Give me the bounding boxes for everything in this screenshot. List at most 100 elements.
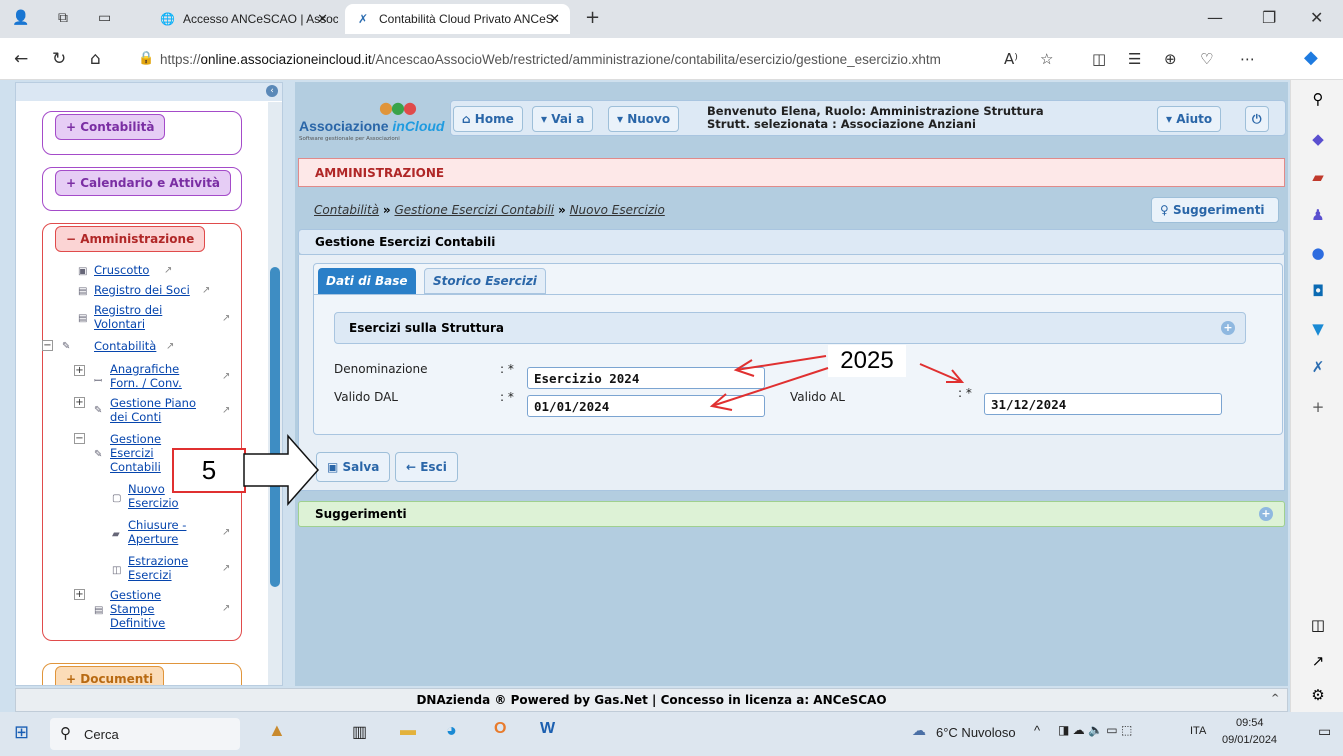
weather-text[interactable]: 6°C Nuvoloso bbox=[936, 725, 1016, 740]
tree-collapse-icon[interactable]: − bbox=[74, 433, 85, 444]
games-icon[interactable]: ♟ bbox=[1309, 206, 1327, 224]
favorites-icon[interactable]: ☰ bbox=[1128, 50, 1141, 68]
salva-button[interactable]: ▣ Salva bbox=[316, 452, 391, 482]
home-icon[interactable]: ⌂ bbox=[90, 49, 101, 69]
taskbar-search[interactable]: ⚲ Cerca bbox=[50, 718, 240, 750]
tree-registro-soci[interactable]: Registro dei Soci bbox=[94, 284, 190, 297]
tree-cruscotto[interactable]: Cruscotto bbox=[94, 264, 149, 277]
group-amministrazione-button[interactable]: − Amministrazione bbox=[55, 226, 206, 252]
tray-chevron-icon[interactable]: ^ bbox=[1034, 723, 1040, 738]
outlook-icon[interactable]: ◘ bbox=[1309, 282, 1327, 300]
external-link-icon[interactable]: ↗ bbox=[222, 313, 230, 324]
outlook-app-icon[interactable]: O bbox=[494, 720, 506, 738]
windows-start-icon[interactable]: ⊞ bbox=[14, 722, 29, 743]
group-calendario-button[interactable]: + Calendario e Attività bbox=[55, 170, 232, 196]
workspaces-icon[interactable]: ⧉ bbox=[58, 10, 68, 26]
tree-gest-esercizi-l3[interactable]: Contabili bbox=[110, 461, 161, 474]
favorite-star-icon[interactable]: ☆ bbox=[1040, 50, 1053, 68]
external-link-icon[interactable]: ↗ bbox=[222, 405, 230, 416]
external-link-icon[interactable]: ↗ bbox=[164, 265, 172, 276]
tab-actions-icon[interactable]: ▭ bbox=[98, 10, 111, 26]
external-link-icon[interactable]: ↗ bbox=[222, 371, 230, 382]
tree-contabilita[interactable]: Contabilità bbox=[94, 340, 156, 353]
lock-icon[interactable]: 🔒 bbox=[138, 51, 154, 66]
tree-expand-icon[interactable]: + bbox=[74, 365, 85, 376]
tree-registro-volontari-l1[interactable]: Registro dei bbox=[94, 304, 162, 317]
tree-estrazione-l2[interactable]: Esercizi bbox=[128, 569, 172, 582]
news-widget-icon[interactable]: ▲ bbox=[268, 720, 286, 741]
expand-plus-icon[interactable]: + bbox=[1221, 321, 1235, 335]
tag-icon[interactable]: ◆ bbox=[1309, 130, 1327, 148]
file-explorer-icon[interactable]: ▬ bbox=[400, 722, 416, 740]
chevron-up-icon[interactable]: ^ bbox=[1271, 693, 1279, 704]
m365-icon[interactable]: ● bbox=[1309, 244, 1327, 262]
tree-anagrafiche-l1[interactable]: Anagrafiche bbox=[110, 363, 179, 376]
tray-icons[interactable]: ◨ ☁ 🔈 ▭ ⬚ bbox=[1058, 723, 1132, 737]
nav-scrollbar-thumb[interactable] bbox=[270, 267, 280, 587]
nuovo-button[interactable]: ▾ Nuovo bbox=[608, 106, 680, 132]
breadcrumb-item[interactable]: Gestione Esercizi Contabili bbox=[394, 203, 554, 217]
browser-tab-contabilita[interactable]: ✗ Contabilità Cloud Privato ANCeS ✕ bbox=[345, 4, 570, 34]
group-documenti-button[interactable]: + Documenti bbox=[55, 666, 165, 685]
sidebar-panel-icon[interactable]: ◫ bbox=[1309, 616, 1327, 634]
aiuto-button[interactable]: ▾ Aiuto bbox=[1157, 106, 1222, 132]
tree-anagrafiche-l2[interactable]: Forn. / Conv. bbox=[110, 377, 182, 390]
new-tab-icon[interactable]: + bbox=[585, 7, 600, 28]
external-window-icon[interactable]: ↗ bbox=[1309, 652, 1327, 670]
task-view-icon[interactable]: ▥ bbox=[352, 722, 367, 742]
dna-app-icon[interactable]: ✗ bbox=[1309, 358, 1327, 376]
tree-registro-volontari-l2[interactable]: Volontari bbox=[94, 318, 145, 331]
tree-expand-icon[interactable]: + bbox=[74, 589, 85, 600]
logout-button[interactable]: ⏻ bbox=[1245, 106, 1269, 132]
split-screen-icon[interactable]: ◫ bbox=[1092, 50, 1106, 68]
add-app-icon[interactable]: + bbox=[1309, 398, 1327, 416]
settings-gear-icon[interactable]: ⚙ bbox=[1309, 686, 1327, 704]
tree-estrazione-l1[interactable]: Estrazione bbox=[128, 555, 188, 568]
word-app-icon[interactable]: W bbox=[540, 720, 555, 738]
breadcrumb-item[interactable]: Contabilità bbox=[314, 203, 379, 217]
reload-icon[interactable]: ↻ bbox=[52, 49, 66, 69]
tree-nuovo-esercizio-l2[interactable]: Esercizio bbox=[128, 497, 179, 510]
toolbox-icon[interactable]: ▰ bbox=[1309, 168, 1327, 186]
nav-scrollbar[interactable] bbox=[268, 102, 282, 685]
esci-button[interactable]: ← Esci bbox=[395, 452, 458, 482]
close-tab-icon[interactable]: ✕ bbox=[317, 11, 328, 27]
external-link-icon[interactable]: ↗ bbox=[222, 527, 230, 538]
tree-piano-conti-l2[interactable]: dei Conti bbox=[110, 411, 161, 424]
edge-browser-icon[interactable]: ◕ bbox=[446, 720, 457, 741]
tree-nuovo-esercizio-l1[interactable]: Nuovo bbox=[128, 483, 165, 496]
tab-storico-esercizi[interactable]: Storico Esercizi bbox=[424, 268, 546, 294]
send-icon[interactable]: ▼ bbox=[1309, 320, 1327, 338]
tree-stampe-l1[interactable]: Gestione bbox=[110, 589, 161, 602]
back-icon[interactable]: ← bbox=[14, 49, 28, 69]
expand-plus-icon[interactable]: + bbox=[1259, 507, 1273, 521]
profile-icon[interactable]: 👤 bbox=[12, 10, 29, 26]
tree-stampe-l3[interactable]: Definitive bbox=[110, 617, 165, 630]
home-button[interactable]: ⌂ Home bbox=[453, 106, 523, 132]
clock-date[interactable]: 09/01/2024 bbox=[1222, 734, 1277, 746]
tree-gest-esercizi-l2[interactable]: Esercizi bbox=[110, 447, 154, 460]
collections-icon[interactable]: ⊕ bbox=[1164, 50, 1177, 68]
read-aloud-icon[interactable]: A⁾ bbox=[1004, 50, 1018, 68]
suggerimenti-section[interactable]: Suggerimenti + bbox=[298, 501, 1285, 527]
tree-stampe-l2[interactable]: Stampe bbox=[110, 603, 154, 616]
group-contabilita-button[interactable]: + Contabilità bbox=[55, 114, 166, 140]
clock-time[interactable]: 09:54 bbox=[1236, 717, 1264, 729]
language-indicator[interactable]: ITA bbox=[1190, 725, 1206, 737]
external-link-icon[interactable]: ↗ bbox=[222, 603, 230, 614]
vai-a-button[interactable]: ▾ Vai a bbox=[532, 106, 594, 132]
restore-icon[interactable]: ❐ bbox=[1262, 8, 1276, 27]
external-link-icon[interactable]: ↗ bbox=[202, 285, 210, 296]
valido-al-input[interactable]: 31/12/2024 bbox=[984, 393, 1222, 415]
tree-piano-conti-l1[interactable]: Gestione Piano bbox=[110, 397, 196, 410]
suggerimenti-button[interactable]: ♀ Suggerimenti bbox=[1151, 197, 1279, 223]
copilot-icon[interactable]: ◆ bbox=[1304, 47, 1318, 68]
close-window-icon[interactable]: ✕ bbox=[1310, 8, 1323, 27]
browser-essentials-icon[interactable]: ♡ bbox=[1200, 50, 1213, 68]
tree-collapse-icon[interactable]: − bbox=[42, 340, 53, 351]
collapse-panel-icon[interactable]: ‹ bbox=[266, 85, 278, 97]
browser-tab-accesso[interactable]: 🌐 Accesso ANCeSCAO | Associazio ✕ bbox=[150, 4, 338, 34]
more-menu-icon[interactable]: ⋯ bbox=[1240, 50, 1255, 68]
tab-dati-di-base[interactable]: Dati di Base bbox=[318, 268, 416, 294]
external-link-icon[interactable]: ↗ bbox=[166, 341, 174, 352]
